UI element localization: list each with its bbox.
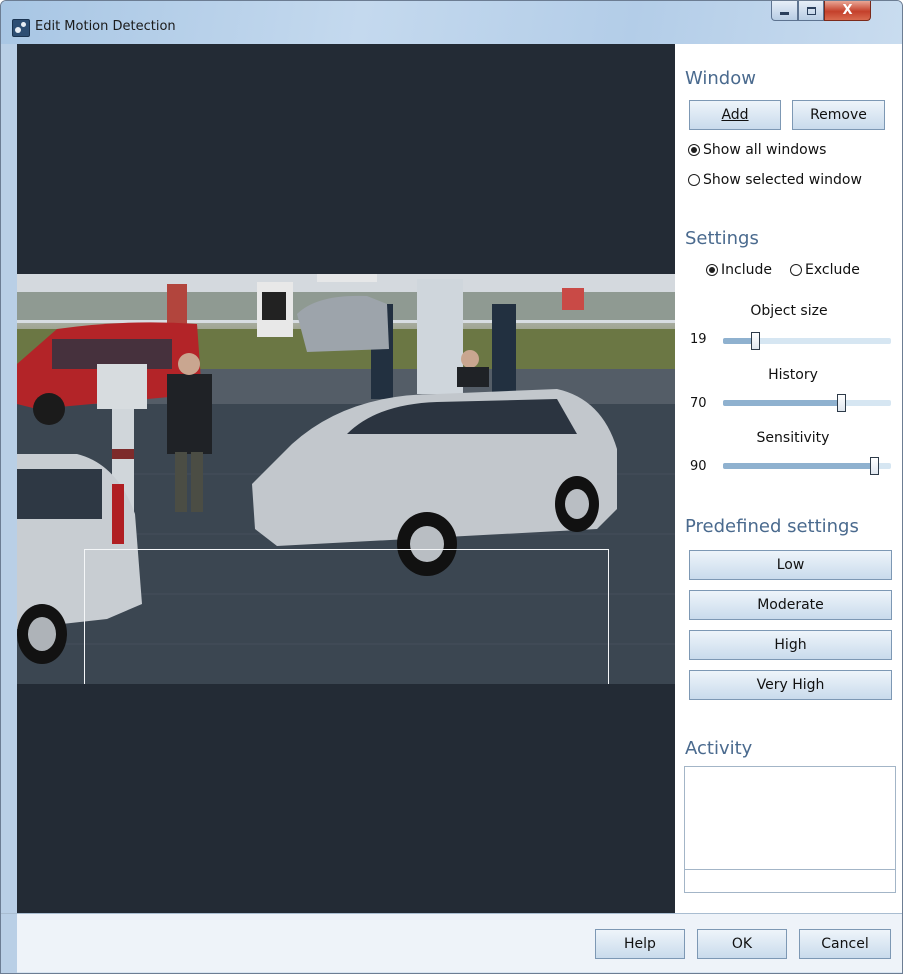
show-all-windows-option[interactable]: Show all windows: [688, 142, 826, 158]
radio-selected-icon: [688, 144, 700, 156]
radio-unselected-icon: [790, 264, 802, 276]
exclude-label: Exclude: [805, 262, 860, 278]
window-frame-left: [1, 914, 17, 973]
radio-selected-icon: [706, 264, 718, 276]
help-button[interactable]: Help: [595, 929, 685, 959]
video-preview[interactable]: [17, 44, 675, 913]
history-value: 70: [690, 396, 707, 411]
history-label: History: [768, 367, 818, 383]
remove-button-label: Remove: [810, 107, 867, 123]
include-label: Include: [721, 262, 772, 278]
cancel-button[interactable]: Cancel: [799, 929, 891, 959]
show-selected-window-label: Show selected window: [703, 172, 862, 188]
detection-window[interactable]: [84, 549, 609, 684]
maximize-button[interactable]: [798, 1, 824, 21]
app-icon: [12, 19, 30, 37]
dialog-footer: Help OK Cancel: [1, 913, 902, 973]
history-slider-fill: [723, 400, 841, 406]
very-high-preset-label: Very High: [756, 677, 825, 693]
activity-level-bar: [685, 869, 895, 892]
add-button-label: Add: [721, 107, 749, 123]
sensitivity-slider-thumb[interactable]: [870, 457, 880, 475]
window-title: Edit Motion Detection: [35, 19, 176, 34]
high-preset-label: High: [774, 637, 807, 653]
object-size-slider-thumb[interactable]: [750, 332, 760, 350]
exclude-option[interactable]: Exclude: [790, 262, 860, 278]
sensitivity-slider[interactable]: [723, 457, 891, 475]
history-slider-thumb[interactable]: [836, 394, 846, 412]
maximize-icon: [806, 6, 816, 15]
activity-indicator: [684, 766, 896, 893]
sensitivity-slider-fill: [723, 463, 875, 469]
ok-button-label: OK: [731, 936, 753, 952]
help-button-label: Help: [624, 936, 656, 952]
high-preset-button[interactable]: High: [689, 630, 892, 660]
minimize-icon: [780, 12, 789, 15]
title-bar[interactable]: Edit Motion Detection X: [1, 1, 902, 44]
minimize-button[interactable]: [771, 1, 798, 21]
history-slider[interactable]: [723, 394, 891, 412]
side-panel: Window Add Remove Show all windows Show …: [675, 44, 902, 913]
cancel-button-label: Cancel: [821, 936, 869, 952]
moderate-preset-label: Moderate: [757, 597, 824, 613]
sensitivity-value: 90: [690, 459, 707, 474]
show-all-windows-label: Show all windows: [703, 142, 827, 158]
window-section-title: Window: [685, 68, 756, 89]
add-button[interactable]: Add: [689, 100, 781, 130]
radio-unselected-icon: [688, 174, 700, 186]
moderate-preset-button[interactable]: Moderate: [689, 590, 892, 620]
show-selected-window-option[interactable]: Show selected window: [688, 172, 862, 188]
object-size-slider[interactable]: [723, 332, 891, 350]
activity-section-title: Activity: [685, 738, 753, 759]
footer-bar: Help OK Cancel: [17, 914, 902, 972]
close-button[interactable]: X: [824, 1, 871, 21]
predefined-section-title: Predefined settings: [685, 516, 859, 537]
camera-image: [17, 274, 675, 684]
low-preset-button[interactable]: Low: [689, 550, 892, 580]
close-icon: X: [842, 3, 853, 18]
remove-button[interactable]: Remove: [792, 100, 885, 130]
window-frame-left: [1, 44, 17, 913]
object-size-value: 19: [690, 332, 707, 347]
sensitivity-label: Sensitivity: [756, 430, 830, 446]
object-size-label: Object size: [750, 303, 828, 319]
very-high-preset-button[interactable]: Very High: [689, 670, 892, 700]
low-preset-label: Low: [776, 557, 805, 573]
settings-section-title: Settings: [685, 228, 759, 249]
include-option[interactable]: Include: [706, 262, 772, 278]
ok-button[interactable]: OK: [697, 929, 787, 959]
edit-motion-detection-dialog: Edit Motion Detection X Window Add Remov…: [0, 0, 903, 974]
